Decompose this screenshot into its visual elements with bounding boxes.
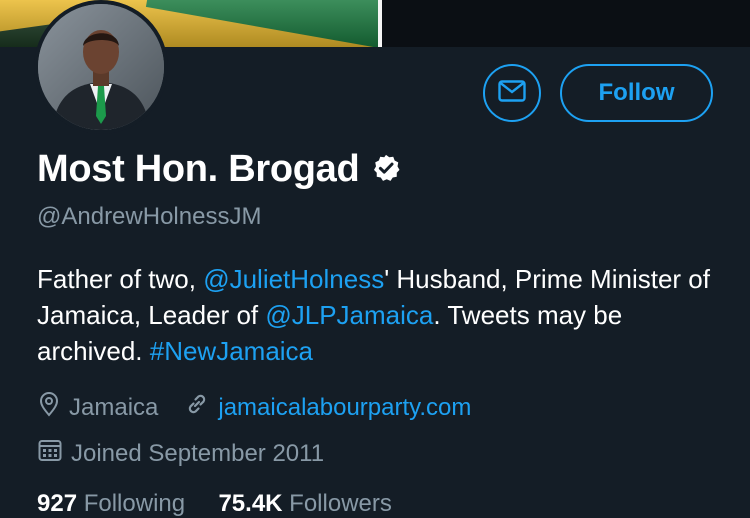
display-name: Most Hon. Brogad — [37, 148, 360, 190]
website[interactable]: jamaicalabourparty.com — [184, 391, 471, 424]
joined-text: Joined September 2011 — [71, 439, 325, 467]
following-label: Following — [83, 490, 186, 517]
follow-button[interactable]: Follow — [560, 64, 713, 122]
avatar[interactable] — [34, 0, 168, 134]
website-link[interactable]: jamaicalabourparty.com — [218, 394, 471, 422]
bio: Father of two, @JulietHolness' Husband, … — [37, 261, 727, 369]
verified-badge-icon — [371, 153, 401, 188]
followers-label: Followers — [289, 490, 392, 517]
envelope-icon — [498, 79, 526, 107]
location: Jamaica — [37, 391, 158, 424]
follow-counts: 927 Following 75.4K Followers — [37, 490, 392, 518]
banner-divider — [378, 0, 382, 47]
handle: @AndrewHolnessJM — [37, 203, 262, 230]
profile-meta-row: Jamaica jamaicalabourparty.com — [37, 391, 471, 424]
mention-link-jlpjamaica[interactable]: @JLPJamaica — [265, 300, 433, 330]
followers-count[interactable]: 75.4K Followers — [218, 490, 391, 517]
follow-button-label: Follow — [598, 79, 675, 106]
following-count[interactable]: 927 Following — [37, 490, 185, 517]
link-icon — [184, 391, 210, 424]
bio-text-1: Father of two, — [37, 264, 204, 294]
following-value: 927 — [37, 490, 78, 517]
hashtag-link-newjamaica[interactable]: #NewJamaica — [150, 336, 313, 366]
followers-value: 75.4K — [218, 490, 283, 517]
location-text: Jamaica — [69, 393, 159, 421]
calendar-icon — [37, 437, 63, 470]
name-row: Most Hon. Brogad — [37, 148, 401, 191]
message-button[interactable] — [483, 64, 541, 122]
location-pin-icon — [37, 391, 61, 424]
mention-link-julietholness[interactable]: @JulietHolness — [203, 264, 384, 294]
joined-row: Joined September 2011 — [37, 437, 324, 470]
